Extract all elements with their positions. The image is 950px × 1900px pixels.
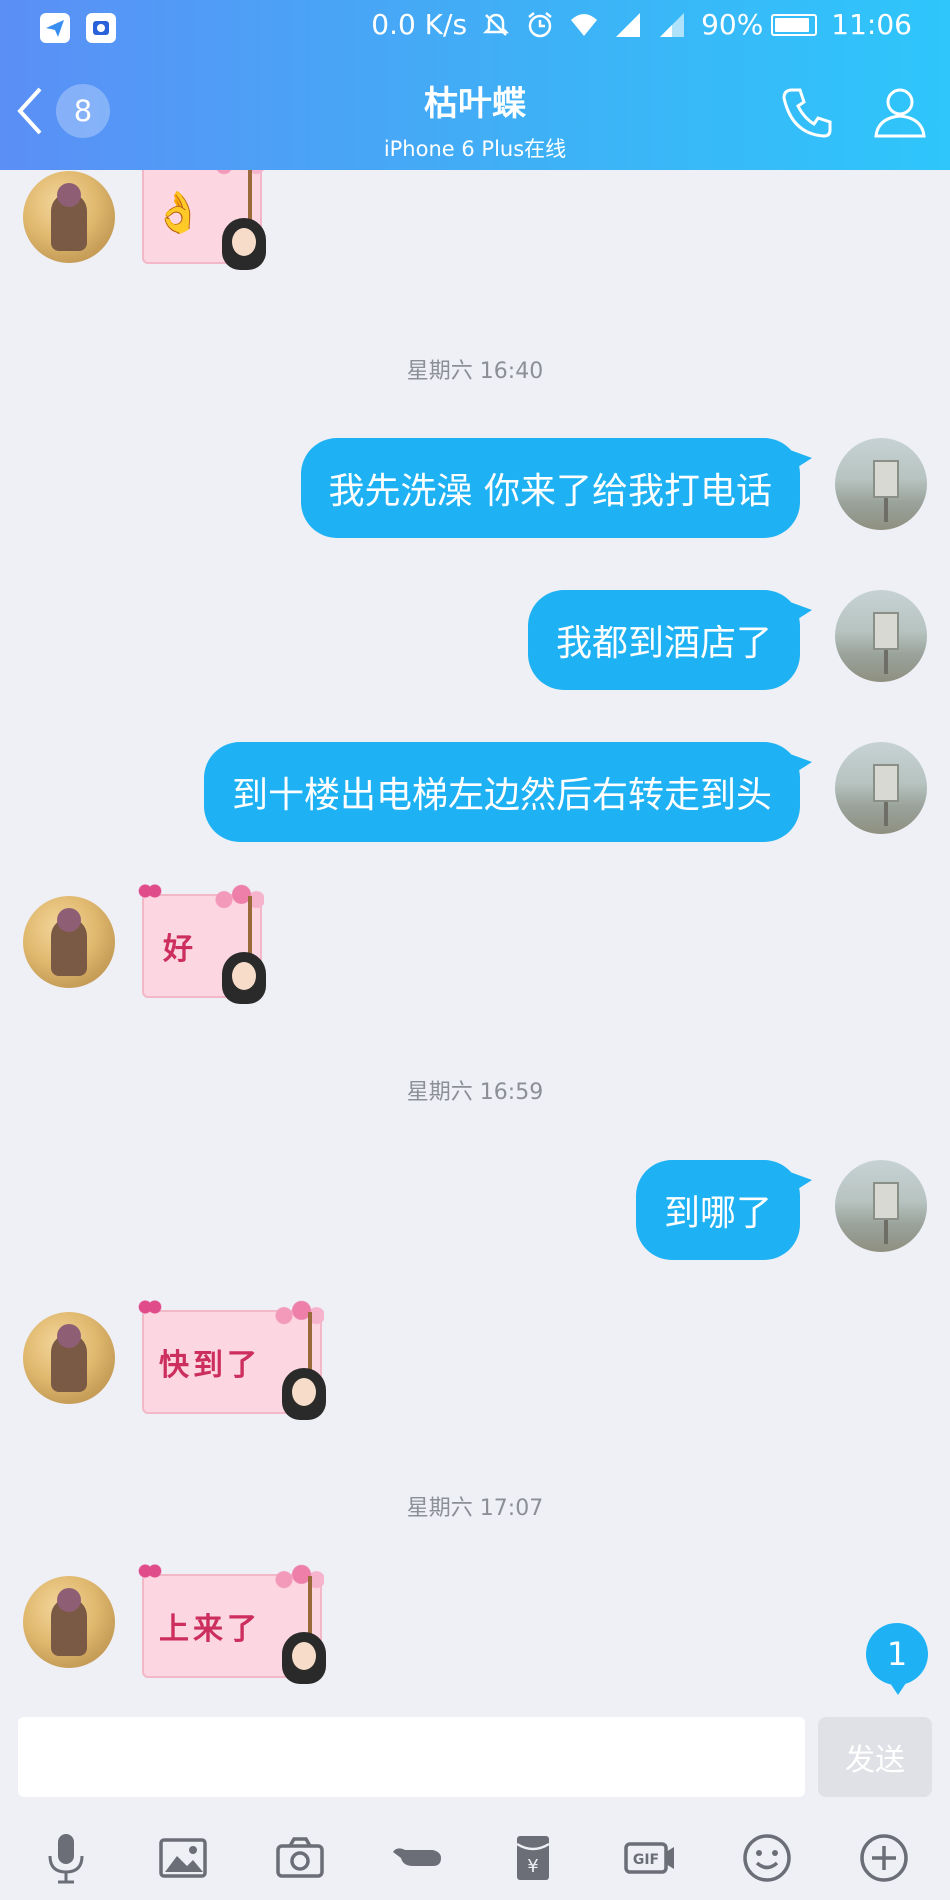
contact-profile-icon[interactable] <box>872 84 928 142</box>
battery-icon <box>771 13 818 36</box>
send-button[interactable]: 发送 <box>818 1717 932 1797</box>
phone-call-icon[interactable] <box>778 84 836 142</box>
text-message-bubble[interactable]: 到十楼出电梯左边然后右转走到头 <box>203 742 813 842</box>
top-bar: 0.0 K/s 90% 11:06 8 枯叶蝶 iPhone 6 Plus在线 <box>0 0 950 170</box>
notification-app-icon <box>86 13 116 43</box>
title-bar: 8 枯叶蝶 iPhone 6 Plus在线 <box>0 56 950 170</box>
sticker-text: 上来了 <box>159 1612 261 1647</box>
network-speed: 0.0 K/s <box>371 8 468 41</box>
message-list[interactable]: 👌 星期六 16:40 我先洗澡 你来了给我打电话 我都到酒店了 到十楼出电梯左… <box>0 170 950 1715</box>
contact-avatar[interactable] <box>23 896 115 988</box>
plus-icon[interactable] <box>849 1823 919 1893</box>
svg-text:GIF: GIF <box>633 1852 659 1868</box>
timestamp-divider: 星期六 16:59 <box>406 1080 544 1105</box>
image-icon[interactable] <box>148 1823 218 1893</box>
alarm-icon <box>528 11 552 37</box>
clock: 11:06 <box>831 8 912 41</box>
status-bar: 0.0 K/s 90% 11:06 <box>0 0 950 56</box>
svg-text:¥: ¥ <box>528 1856 539 1877</box>
battery-percent: 90% <box>701 8 764 41</box>
signal-icon <box>616 12 641 37</box>
timestamp-divider: 星期六 16:40 <box>406 359 544 384</box>
text-message-bubble[interactable]: 我都到酒店了 <box>527 590 813 690</box>
contact-avatar[interactable] <box>23 171 115 263</box>
text-message-bubble[interactable]: 到哪了 <box>635 1160 813 1260</box>
my-avatar[interactable] <box>835 742 927 834</box>
composer: 发送 <box>0 1715 950 1805</box>
red-packet-icon[interactable]: ¥ <box>498 1823 568 1893</box>
signal-secondary-icon <box>660 12 685 37</box>
poke-icon[interactable] <box>382 1823 452 1893</box>
text-message-bubble[interactable]: 我先洗澡 你来了给我打电话 <box>300 438 813 538</box>
new-message-badge[interactable]: 1 <box>866 1623 928 1695</box>
microphone-icon[interactable] <box>31 1823 101 1893</box>
contact-avatar[interactable] <box>23 1312 115 1404</box>
gif-icon[interactable]: GIF <box>615 1823 685 1893</box>
sticker-message[interactable]: 上来了 <box>138 1562 326 1684</box>
wifi-icon <box>571 13 598 36</box>
sticker-message[interactable]: 好 <box>138 882 266 1004</box>
ok-hand-emoji: 👌 <box>153 188 207 236</box>
camera-icon[interactable] <box>265 1823 335 1893</box>
sticker-text: 快到了 <box>159 1348 261 1383</box>
sticker-message[interactable]: 快到了 <box>138 1298 326 1420</box>
my-avatar[interactable] <box>835 590 927 682</box>
battery-indicator: 90% <box>701 8 818 41</box>
my-avatar[interactable] <box>835 438 927 530</box>
sticker-message[interactable]: 👌 <box>142 170 266 270</box>
my-avatar[interactable] <box>835 1160 927 1252</box>
input-toolbar: ¥ GIF <box>0 1815 950 1900</box>
emoji-icon[interactable] <box>732 1823 802 1893</box>
send-app-icon <box>40 13 70 43</box>
message-input[interactable] <box>18 1717 805 1797</box>
sticker-text: 好 <box>163 932 197 967</box>
mute-notification-icon <box>483 13 510 36</box>
contact-avatar[interactable] <box>23 1576 115 1668</box>
timestamp-divider: 星期六 17:07 <box>406 1496 544 1521</box>
